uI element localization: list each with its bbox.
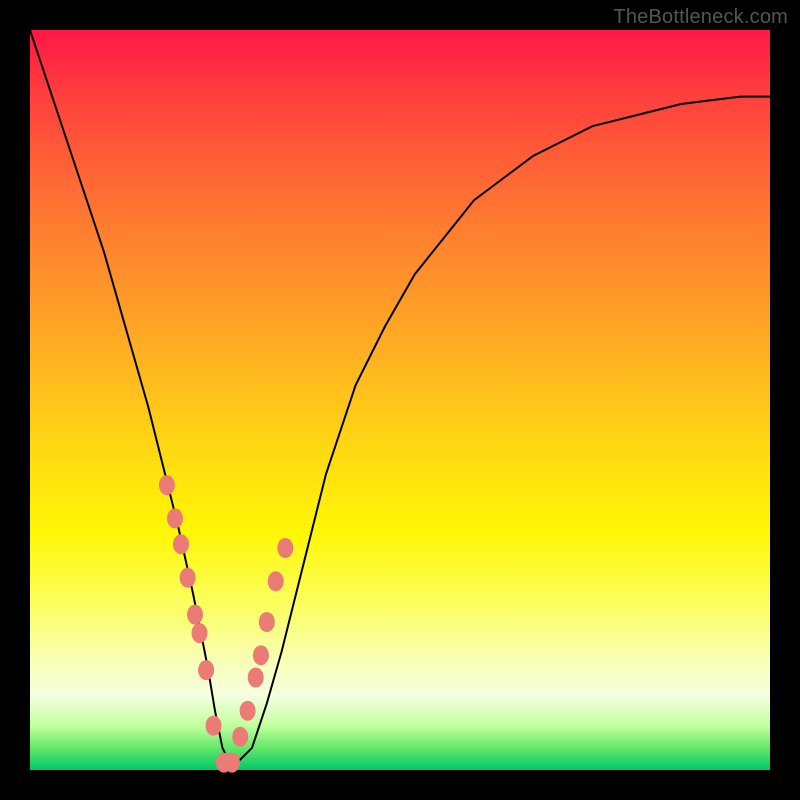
curve-marker	[159, 475, 175, 495]
curve-marker	[253, 645, 269, 665]
marker-group	[159, 475, 293, 772]
curve-marker	[173, 534, 189, 554]
curve-marker	[224, 753, 240, 773]
bottleneck-curve	[30, 30, 770, 763]
plot-area	[30, 30, 770, 770]
curve-marker	[232, 727, 248, 747]
curve-marker	[206, 716, 222, 736]
curve-marker	[268, 571, 284, 591]
chart-canvas: TheBottleneck.com	[0, 0, 800, 800]
curve-marker	[187, 605, 203, 625]
curve-marker	[240, 701, 256, 721]
curve-marker	[167, 508, 183, 528]
curve-marker	[248, 668, 264, 688]
chart-svg	[30, 30, 770, 770]
curve-marker	[198, 660, 214, 680]
curve-marker	[192, 623, 208, 643]
curve-marker	[277, 538, 293, 558]
attribution-text: TheBottleneck.com	[613, 6, 788, 29]
curve-marker	[180, 568, 196, 588]
curve-marker	[259, 612, 275, 632]
